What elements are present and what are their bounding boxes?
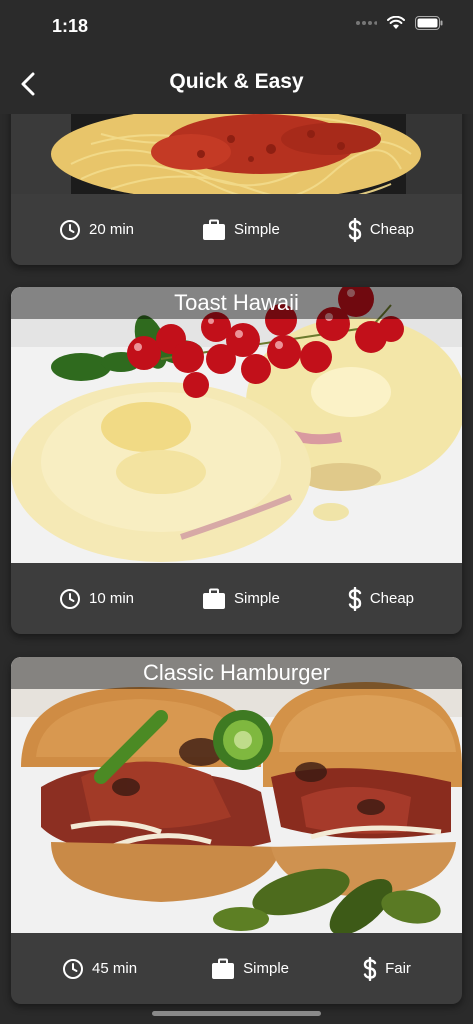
duration: 20 min bbox=[59, 219, 134, 241]
meal-card[interactable]: Classic Hamburger 45 min Simple Fair bbox=[11, 657, 462, 1004]
meal-title: Classic Hamburger bbox=[11, 657, 462, 689]
meal-image: Toast Hawaii bbox=[11, 287, 462, 563]
duration-label: 10 min bbox=[88, 590, 135, 607]
affordability: Cheap bbox=[348, 217, 415, 242]
duration: 10 min bbox=[59, 588, 134, 610]
complexity-label: Simple bbox=[233, 590, 280, 607]
app-bar: Quick & Easy bbox=[0, 54, 473, 114]
dollar-icon bbox=[348, 586, 362, 611]
meal-meta: 10 min Simple Cheap bbox=[11, 563, 462, 634]
meal-card[interactable]: Toast Hawaii 10 min Simple Cheap bbox=[11, 287, 462, 634]
meal-card[interactable]: 20 min Simple Cheap bbox=[11, 114, 462, 265]
meal-meta: 45 min Simple Fair bbox=[11, 933, 462, 1004]
clock-icon bbox=[63, 958, 84, 979]
briefcase-icon bbox=[212, 958, 235, 979]
meal-meta: 20 min Simple Cheap bbox=[11, 194, 462, 265]
signal-icon bbox=[356, 21, 377, 25]
briefcase-icon bbox=[202, 588, 225, 609]
dollar-icon bbox=[348, 217, 362, 242]
toast-hawaii-image bbox=[11, 287, 462, 563]
briefcase-icon bbox=[202, 219, 225, 240]
duration-label: 20 min bbox=[88, 221, 135, 238]
affordability-label: Cheap bbox=[369, 590, 415, 607]
home-indicator[interactable] bbox=[152, 1011, 321, 1016]
affordability: Fair bbox=[363, 956, 411, 981]
affordability-label: Cheap bbox=[369, 221, 415, 238]
dollar-icon bbox=[363, 956, 377, 981]
status-icons bbox=[355, 16, 443, 30]
affordability-label: Fair bbox=[385, 960, 411, 977]
complexity-label: Simple bbox=[233, 221, 280, 238]
complexity: Simple bbox=[202, 219, 280, 241]
page-title: Quick & Easy bbox=[169, 70, 304, 93]
meal-list[interactable]: 20 min Simple Cheap Toast Hawaii 10 min … bbox=[0, 114, 473, 1024]
status-time: 1:18 bbox=[52, 16, 89, 36]
affordability: Cheap bbox=[348, 586, 415, 611]
status-bar: 1:18 bbox=[0, 0, 473, 54]
meal-image bbox=[11, 114, 462, 194]
meal-image: Classic Hamburger bbox=[11, 657, 462, 933]
duration-label: 45 min bbox=[92, 960, 138, 977]
clock-icon bbox=[59, 219, 80, 240]
battery-icon bbox=[415, 16, 443, 30]
duration: 45 min bbox=[62, 958, 137, 980]
complexity: Simple bbox=[211, 958, 289, 980]
meal-title: Toast Hawaii bbox=[11, 287, 462, 319]
complexity-label: Simple bbox=[243, 960, 289, 977]
hamburger-image bbox=[11, 657, 462, 933]
spaghetti-image bbox=[11, 114, 462, 194]
clock-icon bbox=[59, 588, 80, 609]
complexity: Simple bbox=[202, 588, 280, 610]
wifi-icon bbox=[387, 16, 405, 29]
